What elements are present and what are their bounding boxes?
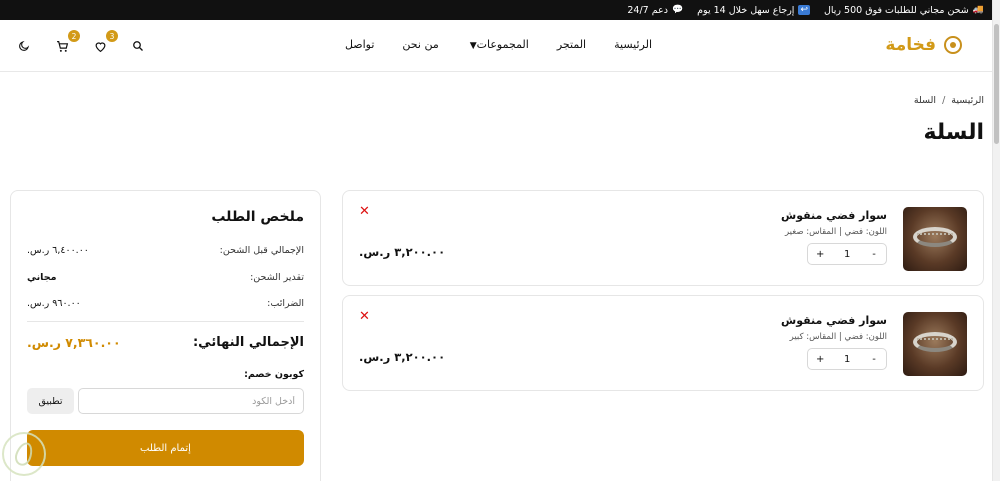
cart-button[interactable]: 2: [54, 30, 80, 54]
brand-name: فخامة: [885, 35, 936, 55]
decrease-qty-button[interactable]: -: [870, 249, 878, 260]
moon-icon: [19, 40, 30, 51]
heart-icon: [95, 41, 105, 52]
remove-item-icon[interactable]: ✕: [359, 205, 370, 218]
shipping-row: تقدير الشحن: مجاني: [27, 272, 304, 283]
coupon-label: كوبون خصم:: [244, 369, 304, 380]
remove-item-icon[interactable]: ✕: [359, 310, 370, 323]
wishlist-button[interactable]: 3: [92, 30, 118, 54]
search-button[interactable]: [130, 38, 146, 54]
divider: [27, 321, 304, 322]
breadcrumb-current: السلة: [913, 95, 937, 106]
support-notice: 💬 دعم 24/7: [627, 5, 683, 16]
order-summary: ملخص الطلب الإجمالي قبل الشحن: ٦,٤٠٠.٠٠ …: [10, 190, 321, 481]
product-name[interactable]: سوار فضي منقوش: [781, 209, 887, 222]
quantity-stepper: - 1 +: [807, 243, 887, 265]
product-variant: اللون: فضي | المقاس: صغير: [784, 227, 887, 237]
tax-row: الضرائب: ٩٦٠.٠٠ ر.س.: [27, 298, 304, 309]
page-title: السلة: [923, 120, 984, 145]
quantity-value[interactable]: 1: [843, 249, 851, 260]
site-header: فخامة الرئيسية المتجر المجموعات▼ من نحن …: [0, 20, 992, 72]
tax-label: الضرائب:: [267, 298, 304, 309]
return-text: إرجاع سهل خلال 14 يوم: [697, 4, 795, 16]
nav-collections[interactable]: المجموعات▼: [467, 38, 529, 51]
breadcrumb-home[interactable]: الرئيسية: [951, 95, 984, 106]
increase-qty-button[interactable]: +: [816, 249, 824, 260]
apply-coupon-button[interactable]: تطبيق: [27, 388, 74, 414]
page-scrollbar[interactable]: [992, 0, 1000, 481]
chevron-down-icon: ▼: [469, 41, 477, 51]
checkout-button[interactable]: إتمام الطلب: [27, 430, 304, 466]
site-logo[interactable]: فخامة: [885, 35, 962, 55]
nav-collections-label: المجموعات: [476, 38, 529, 51]
cart-item: سوار فضي منقوش اللون: فضي | المقاس: كبير…: [342, 295, 984, 391]
nav-home[interactable]: الرئيسية: [614, 38, 652, 51]
breadcrumb-separator: /: [942, 95, 946, 106]
product-variant: اللون: فضي | المقاس: كبير: [789, 332, 887, 342]
logo-emblem-icon: [944, 36, 962, 54]
total-row: الإجمالي النهائي: ٧,٣٦٠.٠٠ ر.س.: [27, 335, 304, 350]
item-price: ٣,٢٠٠.٠٠ ر.س.: [359, 245, 446, 259]
truck-icon: 🚚: [972, 5, 984, 15]
summary-title: ملخص الطلب: [211, 209, 304, 225]
decrease-qty-button[interactable]: -: [870, 354, 878, 365]
shipping-value: مجاني: [27, 272, 57, 283]
quantity-value[interactable]: 1: [843, 354, 851, 365]
support-text: دعم 24/7: [627, 4, 668, 16]
return-icon: ↩: [798, 5, 810, 15]
announcement-bar: 🚚 شحن مجاني للطلبات فوق 500 ريال ↩ إرجاع…: [0, 0, 992, 20]
subtotal-value: ٦,٤٠٠.٠٠ ر.س.: [27, 245, 89, 256]
product-image[interactable]: [903, 207, 967, 271]
total-value: ٧,٣٦٠.٠٠ ر.س.: [27, 335, 121, 350]
chat-icon: 💬: [671, 5, 684, 15]
item-price: ٣,٢٠٠.٠٠ ر.س.: [359, 350, 446, 364]
subtotal-label: الإجمالي قبل الشحن:: [219, 245, 304, 256]
cart-item: سوار فضي منقوش اللون: فضي | المقاس: صغير…: [342, 190, 984, 286]
total-label: الإجمالي النهائي:: [192, 335, 304, 350]
cart-count-badge: 2: [68, 30, 80, 42]
nav-shop[interactable]: المتجر: [557, 38, 586, 51]
subtotal-row: الإجمالي قبل الشحن: ٦,٤٠٠.٠٠ ر.س.: [27, 245, 304, 256]
product-name[interactable]: سوار فضي منقوش: [781, 314, 887, 327]
breadcrumb: الرئيسية / السلة: [914, 95, 984, 106]
watermark-logo: [2, 432, 46, 476]
nav-about[interactable]: من نحن: [402, 38, 438, 51]
shipping-label: تقدير الشحن:: [250, 272, 304, 283]
nav-contact[interactable]: تواصل: [345, 38, 374, 51]
free-shipping-text: شحن مجاني للطلبات فوق 500 ريال: [823, 4, 969, 16]
wishlist-count-badge: 3: [106, 30, 118, 42]
tax-value: ٩٦٠.٠٠ ر.س.: [27, 298, 81, 309]
header-actions: 2 3: [16, 30, 146, 54]
quantity-stepper: - 1 +: [807, 348, 887, 370]
cart-icon: [56, 40, 68, 52]
dark-mode-toggle[interactable]: [16, 38, 32, 54]
free-shipping-notice: 🚚 شحن مجاني للطلبات فوق 500 ريال: [824, 5, 984, 16]
main-nav: الرئيسية المتجر المجموعات▼ من نحن تواصل: [345, 38, 652, 51]
return-notice: ↩ إرجاع سهل خلال 14 يوم: [697, 5, 810, 16]
search-icon: [133, 41, 143, 51]
scrollbar-thumb[interactable]: [994, 24, 999, 144]
increase-qty-button[interactable]: +: [816, 354, 824, 365]
product-image[interactable]: [903, 312, 967, 376]
coupon-input[interactable]: [78, 388, 304, 414]
